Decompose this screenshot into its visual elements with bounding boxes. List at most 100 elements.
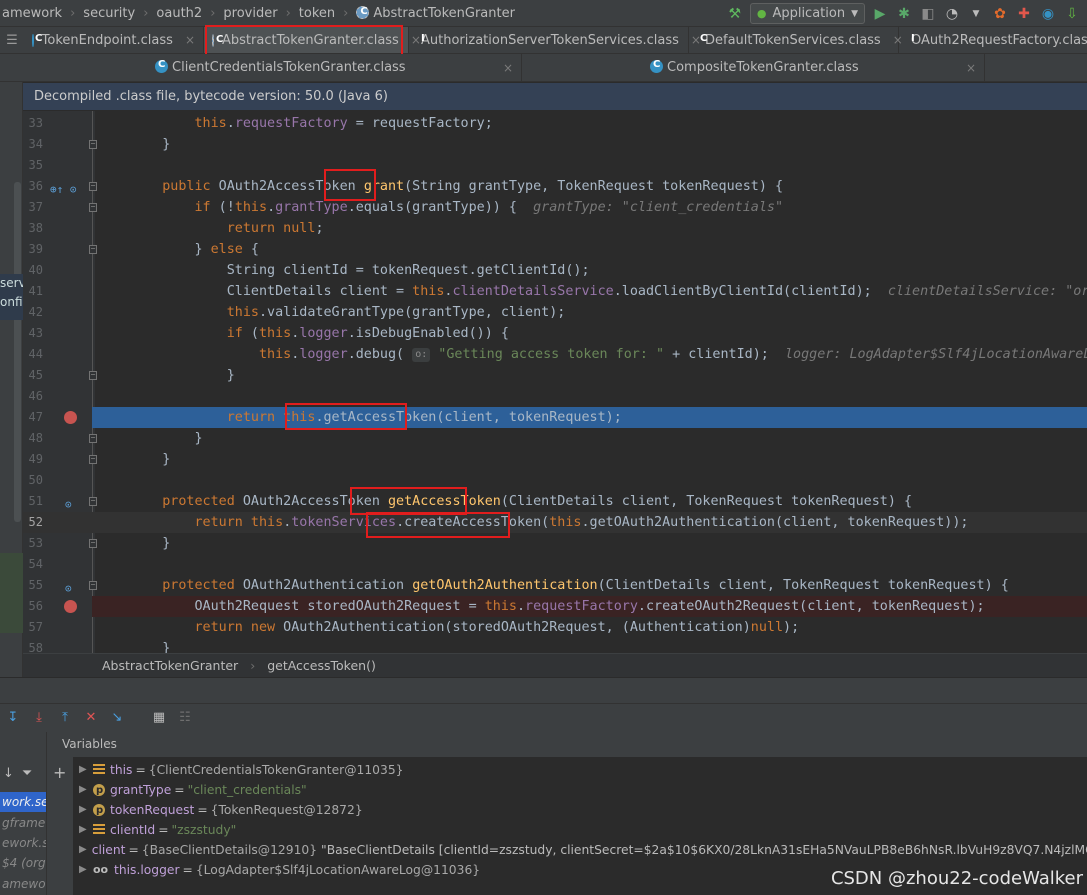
crumb-provider[interactable]: provider (221, 6, 279, 21)
code-line[interactable]: 42 this.validateGrantType(grantType, cli… (23, 302, 1087, 323)
debug-bug-icon[interactable]: ✱ (895, 5, 913, 23)
filter-icon[interactable]: ⏷ (22, 766, 32, 781)
trace-stream-icon[interactable]: ☷ (176, 709, 194, 727)
frame-item[interactable]: gframew (2, 816, 46, 830)
code-line[interactable]: 43 if (this.logger.isDebugEnabled()) { (23, 323, 1087, 344)
code-line[interactable]: 52 return this.tokenServices.createAcces… (23, 512, 1087, 533)
crumb-oauth2[interactable]: oauth2 (154, 6, 204, 21)
line-number: 42 (28, 305, 43, 319)
frame-item[interactable]: amewo (2, 877, 46, 891)
variable-row[interactable]: ▶ tokenRequest={TokenRequest@12872} (73, 800, 1087, 821)
tab-token-endpoint[interactable]: TokenEndpoint.class × (24, 27, 204, 53)
crumb-method[interactable]: getAccessToken() (267, 658, 376, 673)
project-scrollbar[interactable] (14, 182, 21, 522)
fold-marker-icon[interactable]: − (89, 497, 97, 506)
fold-marker-icon[interactable]: − (89, 182, 97, 191)
code-text: } (130, 641, 171, 653)
crumb-token[interactable]: token (297, 6, 337, 21)
frame-item[interactable]: ework.se (2, 836, 46, 850)
code-line[interactable]: 36− ⊕↑ ⊙ public OAuth2AccessToken grant(S… (23, 176, 1087, 197)
crumb-class[interactable]: AbstractTokenGranter (102, 658, 238, 673)
frames-list[interactable]: ↓ ⏷ work.secu gframew ework.se $4 (org. … (0, 732, 47, 895)
code-line[interactable]: 55− ⊙ protected OAuth2Authentication getO… (23, 575, 1087, 596)
expand-arrow-icon[interactable]: ▶ (79, 860, 93, 880)
fold-marker-icon[interactable]: − (89, 455, 97, 464)
expand-arrow-icon[interactable]: ▶ (79, 760, 93, 780)
code-line[interactable]: 39 − } else { (23, 239, 1087, 260)
arrow-down-icon[interactable]: ↓ (3, 766, 14, 781)
fold-marker-icon[interactable]: − (89, 434, 97, 443)
crumb-abstract-token-granter[interactable]: AbstractTokenGranter (354, 5, 517, 21)
code-line[interactable]: 53 − } (23, 533, 1087, 554)
fold-marker-icon[interactable]: − (89, 203, 97, 212)
tab-oauth2-request-factory[interactable]: OAuth2RequestFactory.class (899, 27, 1087, 53)
code-line[interactable]: 48 − } (23, 428, 1087, 449)
run-icon[interactable]: ▶ (871, 5, 889, 23)
build-hammer-icon[interactable]: ⚒ (726, 5, 744, 23)
crumb-security[interactable]: security (81, 6, 137, 21)
plugin-icon[interactable]: ✿ (991, 5, 1009, 23)
code-line[interactable]: 54 (23, 554, 1087, 575)
code-editor[interactable]: 33 this.requestFactory = requestFactory;… (23, 111, 1087, 653)
code-line[interactable]: 45 − } (23, 365, 1087, 386)
code-line[interactable]: 56 OAuth2Request storedOAuth2Request = t… (23, 596, 1087, 617)
evaluate-expression-icon[interactable]: ▦ (150, 709, 168, 727)
update-icon[interactable]: ⇩ (1063, 5, 1081, 23)
code-line[interactable]: 47 return this.getAccessToken(client, to… (23, 407, 1087, 428)
expand-arrow-icon[interactable]: ▶ (79, 820, 93, 840)
code-line[interactable]: 46 (23, 386, 1087, 407)
code-line[interactable]: 40 String clientId = tokenRequest.getCli… (23, 260, 1087, 281)
close-icon[interactable]: × (185, 33, 195, 47)
tab-client-credentials-token-granter[interactable]: ClientCredentialsTokenGranter.class × (143, 54, 522, 81)
tab-abstract-token-granter[interactable]: AbstractTokenGranter.class × (204, 27, 421, 53)
tab-composite-token-granter[interactable]: CompositeTokenGranter.class × (522, 54, 985, 81)
code-line[interactable]: 51− ⊙ protected OAuth2AccessToken getAcce… (23, 491, 1087, 512)
code-line[interactable]: 50 (23, 470, 1087, 491)
more-run-chevron-icon[interactable]: ▼ (967, 5, 985, 23)
code-line[interactable]: 58 } (23, 638, 1087, 653)
translate-icon[interactable]: ✚ (1015, 5, 1033, 23)
code-line[interactable]: 34 − } (23, 134, 1087, 155)
drop-frame-icon[interactable]: ✕ (82, 709, 100, 727)
run-configuration-select[interactable]: ● Application ▼ (749, 3, 865, 24)
tab-authorization-server-token-services[interactable]: AuthorizationServerTokenServices.class × (409, 27, 701, 53)
frame-selected[interactable]: work.secu (0, 792, 46, 812)
fold-marker-icon[interactable]: − (89, 539, 97, 548)
close-icon[interactable]: × (966, 61, 976, 75)
code-line[interactable]: 44 this.logger.debug( o: "Getting access… (23, 344, 1087, 365)
fold-marker-icon[interactable]: − (89, 245, 97, 254)
code-line[interactable]: 37 − if (!this.grantType.equals(grantType… (23, 197, 1087, 218)
step-over-icon[interactable]: ↧ (4, 709, 22, 727)
coverage-icon[interactable]: ◧ (919, 5, 937, 23)
frame-item[interactable]: $4 (org. (2, 856, 46, 870)
run-to-cursor-icon[interactable]: ↘ (108, 709, 126, 727)
variable-row[interactable]: ▶ clientId = "zszstudy" (73, 820, 1087, 840)
force-step-into-icon[interactable]: ⤓ (30, 709, 48, 727)
expand-arrow-icon[interactable]: ▶ (79, 800, 93, 820)
breakpoint-icon[interactable] (64, 411, 77, 424)
fold-marker-icon[interactable]: − (89, 140, 97, 149)
code-line[interactable]: 38 return null; (23, 218, 1087, 239)
step-out-icon[interactable]: ⤒ (56, 709, 74, 727)
breakpoint-icon[interactable] (64, 600, 77, 613)
tab-list-icon[interactable]: ☰ (0, 27, 24, 53)
profiler-icon[interactable]: ◔ (943, 5, 961, 23)
code-line[interactable]: 33 this.requestFactory = requestFactory; (23, 113, 1087, 134)
search-everywhere-icon[interactable]: ◉ (1039, 5, 1057, 23)
code-line[interactable]: 49 − } (23, 449, 1087, 470)
project-tree-partial[interactable]: servi onfi (0, 274, 23, 320)
expand-arrow-icon[interactable]: ▶ (79, 840, 87, 860)
code-line[interactable]: 57 return new OAuth2Authentication(store… (23, 617, 1087, 638)
variable-row[interactable]: ▶ client = {BaseClientDetails@12910} "BaseCl… (73, 840, 1087, 860)
fold-marker-icon[interactable]: − (89, 581, 97, 590)
tab-default-token-services[interactable]: DefaultTokenServices.class × (689, 27, 903, 53)
variable-row[interactable]: ▶ this = {ClientCredentialsTokenGranter@110… (73, 760, 1087, 780)
add-watch-icon[interactable]: + (53, 763, 66, 782)
expand-arrow-icon[interactable]: ▶ (79, 780, 93, 800)
close-icon[interactable]: × (503, 61, 513, 75)
code-line[interactable]: 35 (23, 155, 1087, 176)
crumb-framework[interactable]: amework (0, 6, 64, 21)
fold-marker-icon[interactable]: − (89, 371, 97, 380)
code-line[interactable]: 41 ClientDetails client = this.clientDet… (23, 281, 1087, 302)
variable-row[interactable]: ▶ grantType="client_credentials" (73, 780, 1087, 801)
